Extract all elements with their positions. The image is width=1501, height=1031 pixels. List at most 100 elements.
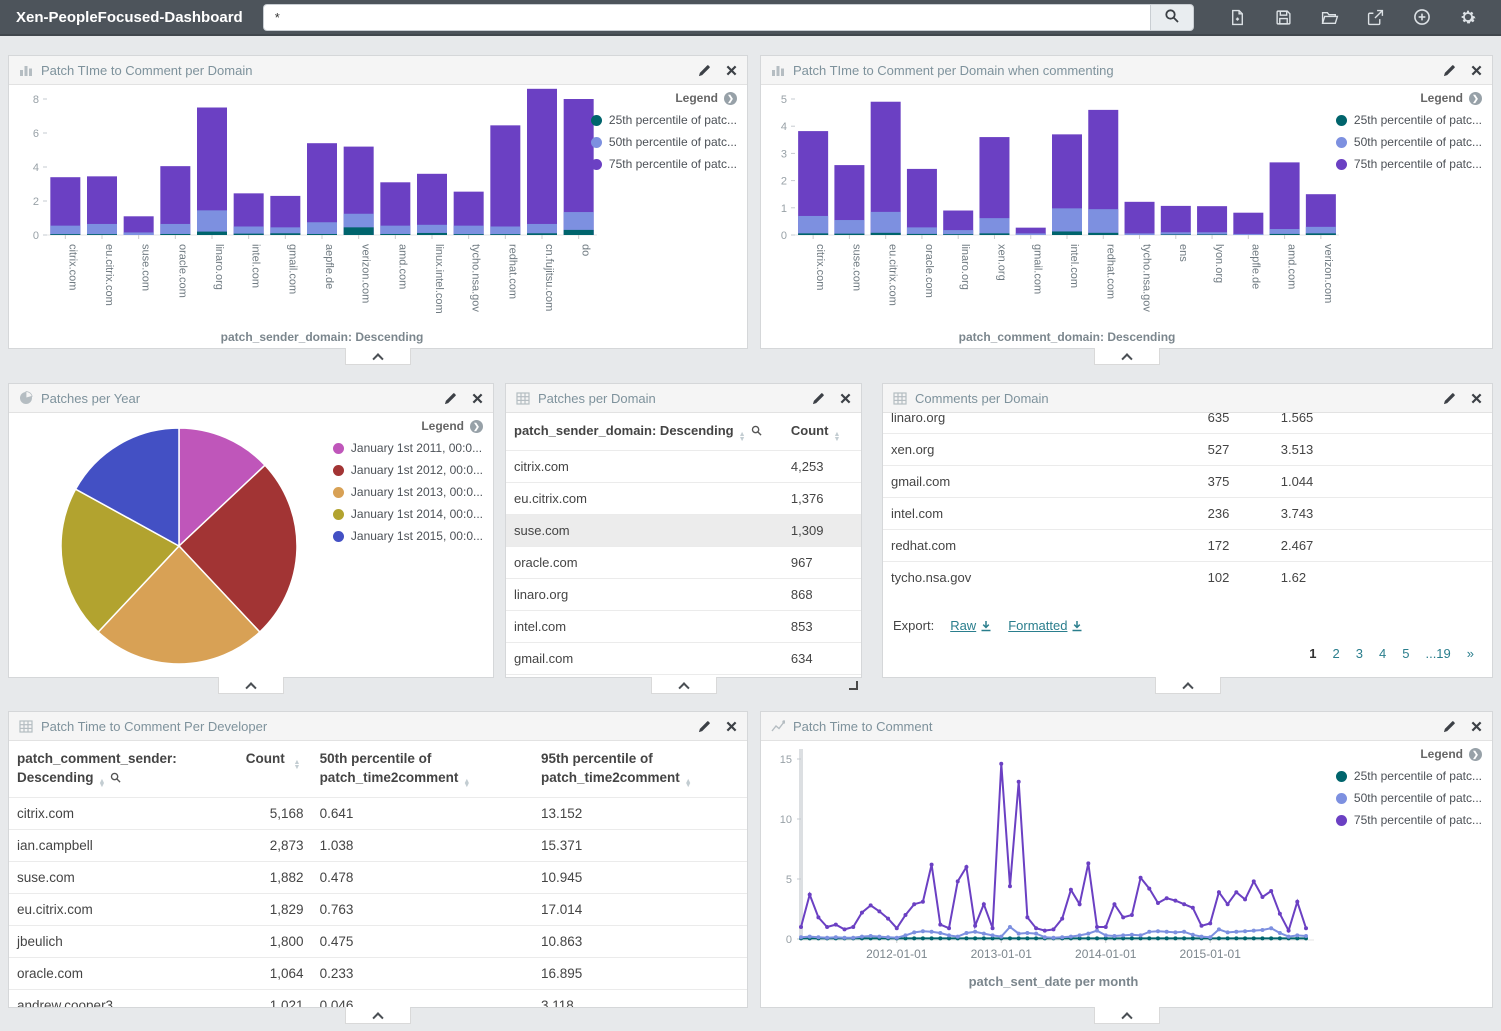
table-cell[interactable]: intel.com [506, 611, 783, 643]
table-row[interactable]: intel.com853 [506, 611, 861, 643]
table-cell[interactable]: 527 [1200, 434, 1273, 466]
table-cell[interactable]: 967 [783, 547, 861, 579]
table-cell[interactable]: 1,309 [783, 515, 861, 547]
share-icon[interactable] [1366, 8, 1385, 27]
legend-item[interactable]: 50th percentile of patc... [1336, 135, 1482, 149]
legend-item[interactable]: 25th percentile of patc... [1336, 113, 1482, 127]
column-header-95th[interactable]: 95th percentile of patch_time2comment▲▼ [533, 741, 747, 797]
legend-item[interactable]: 75th percentile of patc... [591, 157, 737, 171]
legend-item[interactable]: 50th percentile of patc... [591, 135, 737, 149]
table-cell[interactable]: 375 [1200, 466, 1273, 498]
table-cell[interactable]: oracle.com [9, 957, 238, 989]
table-cell[interactable]: 0.641 [312, 797, 533, 829]
table-cell[interactable]: 236 [1200, 498, 1273, 530]
table-cell[interactable]: 17.014 [533, 893, 747, 925]
sort-icon[interactable]: ▲▼ [739, 433, 746, 442]
legend-toggle[interactable]: Legend❯ [333, 419, 483, 433]
table-cell[interactable]: 1.044 [1273, 466, 1492, 498]
close-icon[interactable] [840, 393, 851, 404]
collapse-panel-button[interactable] [651, 677, 717, 694]
collapse-panel-button[interactable] [345, 1007, 411, 1024]
table-cell[interactable]: 1,882 [238, 861, 312, 893]
table-cell[interactable]: aepfle.de [506, 675, 783, 678]
table-row[interactable]: jbeulich1,8000.47510.863 [9, 925, 747, 957]
column-search-icon[interactable] [751, 424, 762, 439]
export-raw-link[interactable]: Raw [950, 618, 992, 633]
table-cell[interactable]: 172 [1200, 530, 1273, 562]
table-cell[interactable]: eu.citrix.com [506, 483, 783, 515]
scrolled-table-viewport[interactable]: linaro.org6351.565xen.org5273.513gmail.c… [883, 413, 1492, 593]
table-cell[interactable]: 15.371 [533, 829, 747, 861]
table-cell[interactable]: 1.038 [312, 829, 533, 861]
column-search-icon[interactable] [110, 771, 121, 786]
table-cell[interactable]: 635 [1200, 413, 1273, 434]
table-cell[interactable]: 1,376 [783, 483, 861, 515]
table-cell[interactable]: 853 [783, 611, 861, 643]
column-header-count[interactable]: Count ▲▼ [238, 741, 312, 797]
search-input[interactable] [263, 4, 1150, 31]
table-cell[interactable]: 0.478 [312, 861, 533, 893]
column-header-50th[interactable]: 50th percentile of patch_time2comment▲▼ [312, 741, 533, 797]
load-icon[interactable] [1320, 8, 1339, 27]
table-row[interactable]: linaro.org6351.565 [883, 413, 1492, 434]
table-cell[interactable]: 634 [783, 643, 861, 675]
close-icon[interactable] [472, 393, 483, 404]
sort-icon[interactable]: ▲▼ [463, 780, 470, 789]
edit-icon[interactable] [1443, 64, 1456, 77]
table-row[interactable]: citrix.com5,1680.64113.152 [9, 797, 747, 829]
table-cell[interactable]: linaro.org [506, 579, 783, 611]
collapse-panel-button[interactable] [1094, 1007, 1160, 1024]
table-cell[interactable]: 868 [783, 579, 861, 611]
table-cell[interactable]: 3.118 [533, 989, 747, 1007]
table-row[interactable]: intel.com2363.743 [883, 498, 1492, 530]
table-cell[interactable]: 1,021 [238, 989, 312, 1007]
table-cell[interactable]: citrix.com [506, 451, 783, 483]
close-icon[interactable] [1471, 65, 1482, 76]
legend-item[interactable]: 75th percentile of patc... [1336, 813, 1482, 827]
sort-icon[interactable]: ▲▼ [294, 761, 301, 770]
table-row[interactable]: xen.org5273.513 [883, 434, 1492, 466]
pagination-item[interactable]: 3 [1356, 646, 1363, 661]
table-cell[interactable]: 1.565 [1273, 413, 1492, 434]
edit-icon[interactable] [1443, 392, 1456, 405]
table-row[interactable]: ian.campbell2,8731.03815.371 [9, 829, 747, 861]
table-cell[interactable]: 10.945 [533, 861, 747, 893]
table-row[interactable]: suse.com1,8820.47810.945 [9, 861, 747, 893]
pagination-item[interactable]: 4 [1379, 646, 1386, 661]
legend-item[interactable]: January 1st 2015, 00:0... [333, 529, 483, 543]
table-cell[interactable]: 16.895 [533, 957, 747, 989]
pagination-item[interactable]: 1 [1309, 646, 1316, 661]
close-icon[interactable] [726, 721, 737, 732]
add-visualization-icon[interactable] [1412, 8, 1431, 27]
table-cell[interactable]: 10.863 [533, 925, 747, 957]
table-cell[interactable]: 0.475 [312, 925, 533, 957]
close-icon[interactable] [1471, 721, 1482, 732]
table-cell[interactable]: 102 [1200, 562, 1273, 594]
new-document-icon[interactable] [1228, 8, 1247, 27]
table-row[interactable]: eu.citrix.com1,8290.76317.014 [9, 893, 747, 925]
edit-icon[interactable] [1443, 720, 1456, 733]
table-cell[interactable]: suse.com [506, 515, 783, 547]
table-cell[interactable]: 316 [783, 675, 861, 678]
save-icon[interactable] [1274, 8, 1293, 27]
table-row[interactable]: oracle.com1,0640.23316.895 [9, 957, 747, 989]
table-cell[interactable]: 5,168 [238, 797, 312, 829]
sort-icon[interactable]: ▲▼ [685, 780, 692, 789]
table-cell[interactable]: 1,829 [238, 893, 312, 925]
legend-toggle[interactable]: Legend❯ [591, 91, 737, 105]
legend-item[interactable]: 25th percentile of patc... [591, 113, 737, 127]
table-cell[interactable]: eu.citrix.com [9, 893, 238, 925]
table-cell[interactable]: 13.152 [533, 797, 747, 829]
table-cell[interactable]: suse.com [9, 861, 238, 893]
table-row[interactable]: tycho.nsa.gov1021.62 [883, 562, 1492, 594]
legend-item[interactable]: 25th percentile of patc... [1336, 769, 1482, 783]
table-cell[interactable]: redhat.com [883, 530, 1200, 562]
legend-item[interactable]: January 1st 2013, 00:0... [333, 485, 483, 499]
search-button[interactable] [1150, 4, 1194, 31]
table-cell[interactable]: citrix.com [9, 797, 238, 829]
table-row[interactable]: gmail.com3751.044 [883, 466, 1492, 498]
table-cell[interactable]: 2.467 [1273, 530, 1492, 562]
table-row[interactable]: suse.com1,309 [506, 515, 861, 547]
column-header-count[interactable]: Count▲▼ [783, 413, 861, 451]
sort-icon[interactable]: ▲▼ [833, 433, 840, 442]
